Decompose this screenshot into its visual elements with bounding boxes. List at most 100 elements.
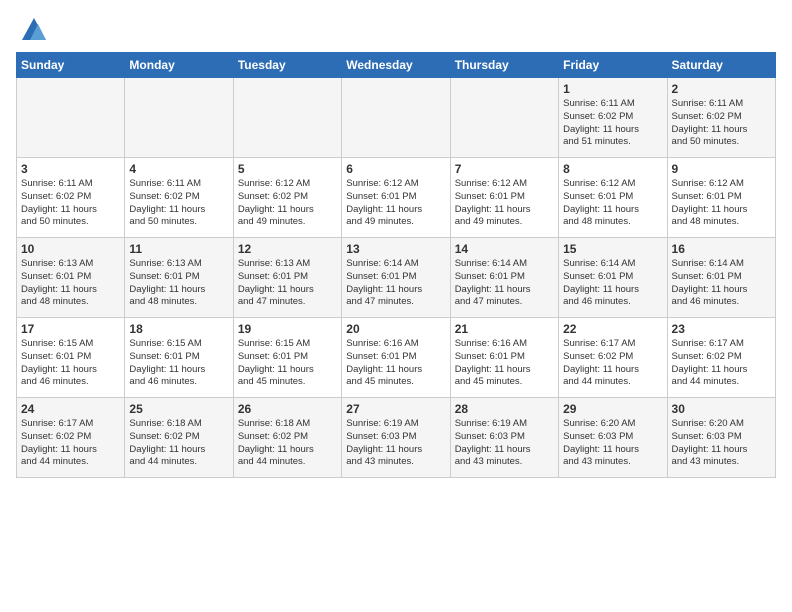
- day-number: 29: [563, 402, 662, 416]
- day-info: Sunrise: 6:16 AM Sunset: 6:01 PM Dayligh…: [455, 338, 554, 389]
- weekday-header-thursday: Thursday: [450, 53, 558, 78]
- day-number: 11: [129, 242, 228, 256]
- calendar-cell: 8 Sunrise: 6:12 AM Sunset: 6:01 PM Daylig…: [559, 158, 667, 238]
- logo: [16, 16, 48, 44]
- day-number: 16: [672, 242, 771, 256]
- calendar-cell: 25 Sunrise: 6:18 AM Sunset: 6:02 PM Dayli…: [125, 398, 233, 478]
- day-number: 20: [346, 322, 445, 336]
- day-info: Sunrise: 6:19 AM Sunset: 6:03 PM Dayligh…: [346, 418, 445, 469]
- calendar-cell: 5 Sunrise: 6:12 AM Sunset: 6:02 PM Daylig…: [233, 158, 341, 238]
- day-info: Sunrise: 6:12 AM Sunset: 6:01 PM Dayligh…: [672, 178, 771, 229]
- calendar-body: 1 Sunrise: 6:11 AM Sunset: 6:02 PM Daylig…: [17, 78, 776, 478]
- calendar-cell: 21Sunrise: 6:16 AM Sunset: 6:01 PM Dayli…: [450, 318, 558, 398]
- day-number: 24: [21, 402, 120, 416]
- day-info: Sunrise: 6:11 AM Sunset: 6:02 PM Dayligh…: [21, 178, 120, 229]
- day-number: 6: [346, 162, 445, 176]
- day-number: 28: [455, 402, 554, 416]
- day-number: 14: [455, 242, 554, 256]
- day-info: Sunrise: 6:17 AM Sunset: 6:02 PM Dayligh…: [21, 418, 120, 469]
- calendar-cell: 27 Sunrise: 6:19 AM Sunset: 6:03 PM Dayli…: [342, 398, 450, 478]
- calendar-cell: [342, 78, 450, 158]
- calendar-cell: 22 Sunrise: 6:17 AM Sunset: 6:02 PM Dayli…: [559, 318, 667, 398]
- day-number: 9: [672, 162, 771, 176]
- calendar-cell: 28 Sunrise: 6:19 AM Sunset: 6:03 PM Dayli…: [450, 398, 558, 478]
- calendar-cell: 12Sunrise: 6:13 AM Sunset: 6:01 PM Dayli…: [233, 238, 341, 318]
- calendar-week-2: 3 Sunrise: 6:11 AM Sunset: 6:02 PM Daylig…: [17, 158, 776, 238]
- day-info: Sunrise: 6:11 AM Sunset: 6:02 PM Dayligh…: [129, 178, 228, 229]
- day-number: 18: [129, 322, 228, 336]
- day-number: 5: [238, 162, 337, 176]
- day-number: 27: [346, 402, 445, 416]
- calendar-cell: 15 Sunrise: 6:14 AM Sunset: 6:01 PM Dayli…: [559, 238, 667, 318]
- calendar-cell: 23 Sunrise: 6:17 AM Sunset: 6:02 PM Dayli…: [667, 318, 775, 398]
- day-number: 25: [129, 402, 228, 416]
- day-info: Sunrise: 6:12 AM Sunset: 6:01 PM Dayligh…: [563, 178, 662, 229]
- day-info: Sunrise: 6:18 AM Sunset: 6:02 PM Dayligh…: [129, 418, 228, 469]
- weekday-header-wednesday: Wednesday: [342, 53, 450, 78]
- day-number: 7: [455, 162, 554, 176]
- calendar-header: SundayMondayTuesdayWednesdayThursdayFrid…: [17, 53, 776, 78]
- day-info: Sunrise: 6:13 AM Sunset: 6:01 PM Dayligh…: [129, 258, 228, 309]
- day-number: 2: [672, 82, 771, 96]
- weekday-header-tuesday: Tuesday: [233, 53, 341, 78]
- calendar-cell: 14 Sunrise: 6:14 AM Sunset: 6:01 PM Dayli…: [450, 238, 558, 318]
- day-number: 8: [563, 162, 662, 176]
- day-number: 10: [21, 242, 120, 256]
- calendar-cell: [450, 78, 558, 158]
- day-info: Sunrise: 6:15 AM Sunset: 6:01 PM Dayligh…: [129, 338, 228, 389]
- calendar-cell: 30 Sunrise: 6:20 AM Sunset: 6:03 PM Dayli…: [667, 398, 775, 478]
- day-number: 17: [21, 322, 120, 336]
- weekday-header-sunday: Sunday: [17, 53, 125, 78]
- calendar-cell: 16 Sunrise: 6:14 AM Sunset: 6:01 PM Dayli…: [667, 238, 775, 318]
- day-number: 1: [563, 82, 662, 96]
- day-info: Sunrise: 6:12 AM Sunset: 6:01 PM Dayligh…: [455, 178, 554, 229]
- day-info: Sunrise: 6:18 AM Sunset: 6:02 PM Dayligh…: [238, 418, 337, 469]
- calendar-cell: 4 Sunrise: 6:11 AM Sunset: 6:02 PM Daylig…: [125, 158, 233, 238]
- day-info: Sunrise: 6:13 AM Sunset: 6:01 PM Dayligh…: [21, 258, 120, 309]
- calendar-cell: 24 Sunrise: 6:17 AM Sunset: 6:02 PM Dayli…: [17, 398, 125, 478]
- day-number: 22: [563, 322, 662, 336]
- calendar-week-5: 24 Sunrise: 6:17 AM Sunset: 6:02 PM Dayli…: [17, 398, 776, 478]
- calendar-week-3: 10 Sunrise: 6:13 AM Sunset: 6:01 PM Dayli…: [17, 238, 776, 318]
- day-info: Sunrise: 6:12 AM Sunset: 6:01 PM Dayligh…: [346, 178, 445, 229]
- weekday-header-saturday: Saturday: [667, 53, 775, 78]
- page-header: [16, 16, 776, 44]
- day-number: 12: [238, 242, 337, 256]
- day-info: Sunrise: 6:14 AM Sunset: 6:01 PM Dayligh…: [672, 258, 771, 309]
- calendar-week-1: 1Sunrise: 6:11 AM Sunset: 6:02 PM Daylig…: [17, 78, 776, 158]
- calendar-cell: 10 Sunrise: 6:13 AM Sunset: 6:01 PM Dayli…: [17, 238, 125, 318]
- calendar-cell: 9 Sunrise: 6:12 AM Sunset: 6:01 PM Daylig…: [667, 158, 775, 238]
- day-number: 26: [238, 402, 337, 416]
- day-info: Sunrise: 6:14 AM Sunset: 6:01 PM Dayligh…: [455, 258, 554, 309]
- day-number: 3: [21, 162, 120, 176]
- calendar-cell: 3 Sunrise: 6:11 AM Sunset: 6:02 PM Daylig…: [17, 158, 125, 238]
- calendar-cell: 13Sunrise: 6:14 AM Sunset: 6:01 PM Dayli…: [342, 238, 450, 318]
- calendar-cell: 29 Sunrise: 6:20 AM Sunset: 6:03 PM Dayli…: [559, 398, 667, 478]
- day-info: Sunrise: 6:17 AM Sunset: 6:02 PM Dayligh…: [563, 338, 662, 389]
- calendar-cell: 6 Sunrise: 6:12 AM Sunset: 6:01 PM Daylig…: [342, 158, 450, 238]
- day-info: Sunrise: 6:19 AM Sunset: 6:03 PM Dayligh…: [455, 418, 554, 469]
- weekday-header-friday: Friday: [559, 53, 667, 78]
- calendar-cell: [17, 78, 125, 158]
- calendar-cell: 26 Sunrise: 6:18 AM Sunset: 6:02 PM Dayli…: [233, 398, 341, 478]
- day-number: 23: [672, 322, 771, 336]
- day-number: 15: [563, 242, 662, 256]
- calendar-cell: 17Sunrise: 6:15 AM Sunset: 6:01 PM Dayli…: [17, 318, 125, 398]
- day-info: Sunrise: 6:20 AM Sunset: 6:03 PM Dayligh…: [672, 418, 771, 469]
- day-info: Sunrise: 6:17 AM Sunset: 6:02 PM Dayligh…: [672, 338, 771, 389]
- calendar-cell: 11 Sunrise: 6:13 AM Sunset: 6:01 PM Dayli…: [125, 238, 233, 318]
- day-number: 30: [672, 402, 771, 416]
- day-number: 19: [238, 322, 337, 336]
- day-number: 4: [129, 162, 228, 176]
- day-info: Sunrise: 6:20 AM Sunset: 6:03 PM Dayligh…: [563, 418, 662, 469]
- day-info: Sunrise: 6:14 AM Sunset: 6:01 PM Dayligh…: [563, 258, 662, 309]
- day-info: Sunrise: 6:12 AM Sunset: 6:02 PM Dayligh…: [238, 178, 337, 229]
- logo-icon: [20, 16, 48, 44]
- day-info: Sunrise: 6:15 AM Sunset: 6:01 PM Dayligh…: [238, 338, 337, 389]
- calendar-cell: 20Sunrise: 6:16 AM Sunset: 6:01 PM Dayli…: [342, 318, 450, 398]
- calendar-week-4: 17 Sunrise: 6:15 AM Sunset: 6:01 PM Dayli…: [17, 318, 776, 398]
- calendar-table: SundayMondayTuesdayWednesdayThursdayFrid…: [16, 52, 776, 478]
- calendar-cell: 2Sunrise: 6:11 AM Sunset: 6:02 PM Daylig…: [667, 78, 775, 158]
- calendar-cell: 19 Sunrise: 6:15 AM Sunset: 6:01 PM Dayli…: [233, 318, 341, 398]
- calendar-cell: [125, 78, 233, 158]
